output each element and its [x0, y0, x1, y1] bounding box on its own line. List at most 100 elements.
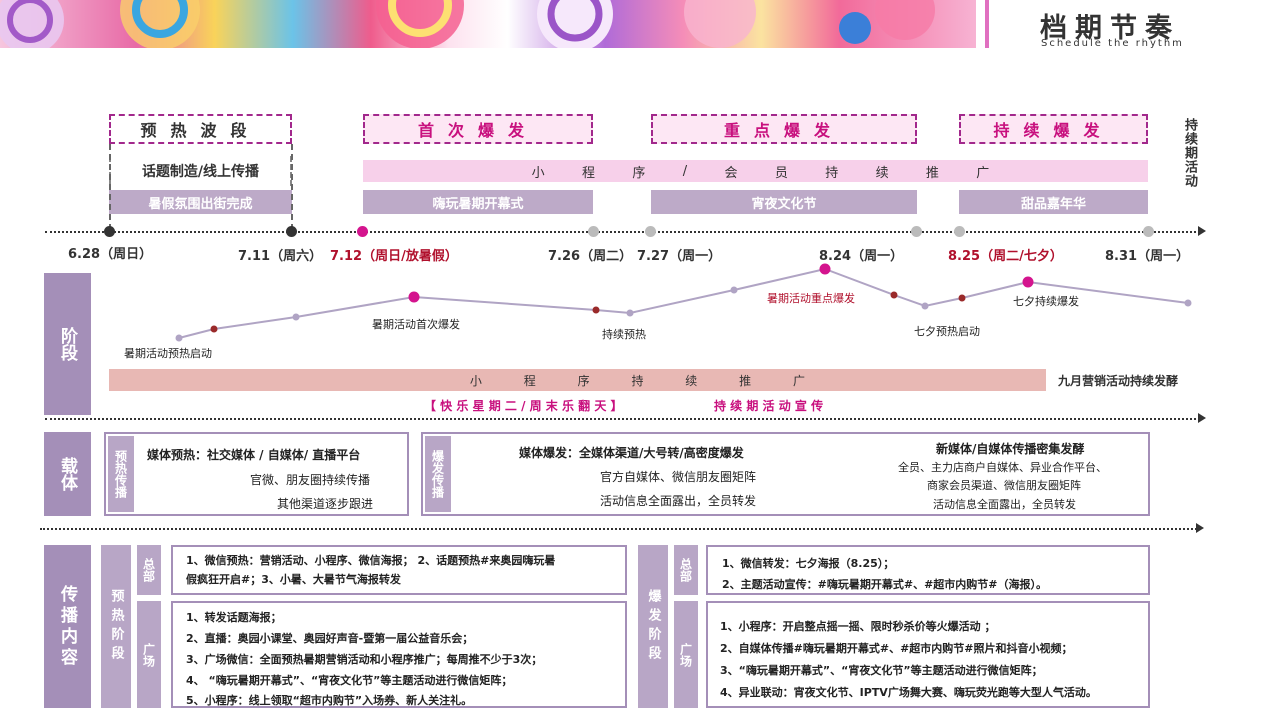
preheat-hq-line: 假疯狂开启#；3、小暑、大暑节气海报转发: [186, 573, 401, 586]
bar-char: 续: [875, 165, 889, 181]
timeline-dot: [954, 226, 965, 237]
carrier-burst-tag: 爆发传播: [425, 436, 451, 512]
preheat-topic-label: 话题制造/线上传播: [109, 156, 292, 186]
preheat-plaza-line: 3、广场微信：全面预热暑期营销活动和小程序推广；每周推不少于3次；: [186, 653, 543, 666]
page-subtitle: Schedule the rhythm: [1041, 38, 1184, 49]
timeline-arrow: [1198, 226, 1206, 236]
timeline-axis: [45, 231, 1200, 233]
wave-point: [730, 286, 738, 294]
bar-char: 会: [724, 165, 738, 181]
wave-point: [819, 263, 831, 275]
preheat-hq-line: 1、微信预热：营销活动、小程序、微信海报； 2、话题预热#来奥园嗨玩暑: [186, 554, 556, 567]
bar-char: 持: [631, 373, 644, 388]
carrier-burst-title: 媒体爆发：全媒体渠道/大号转/高密度爆发: [519, 446, 744, 460]
burst-plaza-line: 2、自媒体传播#嗨玩暑期开幕式#、#超市内购节#照片和抖音小视频；: [720, 642, 1073, 655]
carrier-preheat-line: 官微、朋友圈持续传播: [250, 473, 371, 487]
burst-plaza-line: 1、小程序：开启整点摇一摇、限时秒杀价等火爆活动 ；: [720, 620, 996, 633]
plaza-label: 广场: [137, 601, 161, 708]
burst-plaza-line: 4、异业联动：宵夜文化节、IPTV广场舞大赛、嗨玩荧光跑等大型人气活动。: [720, 686, 1097, 699]
continue-period-label: 持续期活动: [1182, 118, 1197, 188]
preheat-plaza-line: 1、转发话题海报；: [186, 611, 282, 624]
wave-point: [210, 325, 218, 333]
event-bar: 甜品嘉年华: [959, 190, 1148, 214]
event-bar: 暑假氛围出街完成: [109, 190, 292, 214]
mini-program-promo-bar: 小 程 序 持 续 推 广: [109, 369, 1046, 391]
bar-char: 广: [976, 165, 990, 181]
phase-continuous-burst: 持续爆发: [959, 114, 1148, 144]
timeline-dot: [357, 226, 368, 237]
plaza-label: 广场: [674, 601, 698, 708]
section-divider: [40, 528, 1200, 530]
wave-label: 暑期活动重点爆发: [767, 292, 855, 305]
timeline-dot: [104, 226, 115, 237]
bar-char: /: [682, 163, 688, 179]
burst-hq-line: 1、微信转发：七夕海报（8.25）；: [722, 557, 895, 570]
preheat-plaza-line: 4、 “嗨玩暑期开幕式”、“宵夜文化节”等主题活动进行微信矩阵；: [186, 674, 513, 687]
carrier-new-media-title: 新媒体/自媒体传播密集发酵: [936, 442, 1085, 456]
divider-arrow: [1198, 413, 1206, 423]
carrier-preheat-title: 媒体预热：社交媒体 / 自媒体/ 直播平台: [147, 448, 361, 462]
phase-divider: [109, 144, 111, 230]
slogan-left: 【 快 乐 星 期 二 / 周 末 乐 翻 天 】: [424, 399, 623, 413]
bar-char: 小: [469, 373, 482, 388]
carrier-new-media-line: 活动信息全面露出，全员转发: [933, 498, 1076, 511]
hq-label: 总部: [137, 545, 161, 595]
slogan-right: 持 续 期 活 动 宣 传: [714, 399, 824, 413]
wave-label: 七夕持续爆发: [1013, 295, 1079, 308]
bar-char: 续: [685, 373, 698, 388]
carrier-new-media-line: 商家会员渠道、微信朋友圈矩阵: [927, 479, 1081, 492]
bar-char: 推: [925, 165, 939, 181]
wave-label: 持续预热: [602, 328, 646, 341]
timeline-dot: [286, 226, 297, 237]
carrier-preheat-line: 其他渠道逐步跟进: [277, 497, 374, 511]
carrier-burst-line: 活动信息全面露出，全员转发: [600, 494, 757, 508]
section-divider: [45, 418, 1200, 420]
banner-divider: [985, 0, 989, 48]
wave-point: [1184, 299, 1192, 307]
bar-char: 程: [523, 373, 536, 388]
phase-divider: [291, 144, 293, 230]
carrier-label: 载体: [44, 432, 91, 516]
candy-swirl-decoration: [0, 0, 935, 48]
burst-hq-line: 2、主题活动宣传：#嗨玩暑期开幕式#、#超市内购节#（海报）。: [722, 578, 1048, 591]
wave-point: [1022, 276, 1034, 288]
phase-preheat: 预热波段: [109, 114, 292, 144]
carrier-new-media-line: 全员、主力店商户自媒体、异业合作平台、: [898, 461, 1107, 474]
timeline-dot: [588, 226, 599, 237]
bar-char: 序: [632, 165, 646, 181]
wave-point: [175, 334, 183, 342]
wave-point: [921, 302, 929, 310]
preheat-plaza-line: 2、直播：奥园小课堂、奥园好声音-暨第一届公益音乐会；: [186, 632, 474, 645]
carrier-preheat-tag: 预热传播: [108, 436, 134, 512]
divider-arrow: [1196, 523, 1204, 533]
event-bar: 宵夜文化节: [651, 190, 917, 214]
wave-label: 暑期活动首次爆发: [372, 318, 460, 331]
candy-banner-image: [0, 0, 976, 48]
bar-char: 持: [825, 165, 839, 181]
wave-point: [408, 291, 420, 303]
phase-key-burst: 重点爆发: [651, 114, 917, 144]
bar-char: 广: [792, 373, 805, 388]
bar-char: 员: [774, 165, 788, 181]
burst-plaza-line: 3、“嗨玩暑期开幕式”、“宵夜文化节”等主题活动进行微信矩阵；: [720, 664, 1043, 677]
bar-char: 程: [582, 165, 596, 181]
september-campaign-label: 九月营销活动持续发酵: [1058, 374, 1179, 388]
burst-stage-label: 爆发阶段: [638, 545, 668, 708]
bar-char: 小: [531, 165, 545, 181]
phase-first-burst: 首次爆发: [363, 114, 593, 144]
event-bar: 嗨玩暑期开幕式: [363, 190, 593, 214]
preheat-plaza-line: 5、小程序：线上领取“超市内购节”入场券、新人关注礼。: [186, 694, 473, 707]
preheat-stage-label: 预热阶段: [101, 545, 131, 708]
hq-label: 总部: [674, 545, 698, 595]
timeline-dot: [645, 226, 656, 237]
wave-point: [626, 309, 634, 317]
wave-label: 暑期活动预热启动: [124, 347, 212, 360]
wave-label: 七夕预热启动: [914, 325, 980, 338]
wave-point: [958, 294, 966, 302]
wave-point: [890, 291, 898, 299]
timeline-dot: [1143, 226, 1154, 237]
wave-point: [292, 313, 300, 321]
wave-point: [592, 306, 600, 314]
carrier-burst-line: 官方自媒体、微信朋友圈矩阵: [600, 470, 757, 484]
bar-char: 推: [739, 373, 752, 388]
